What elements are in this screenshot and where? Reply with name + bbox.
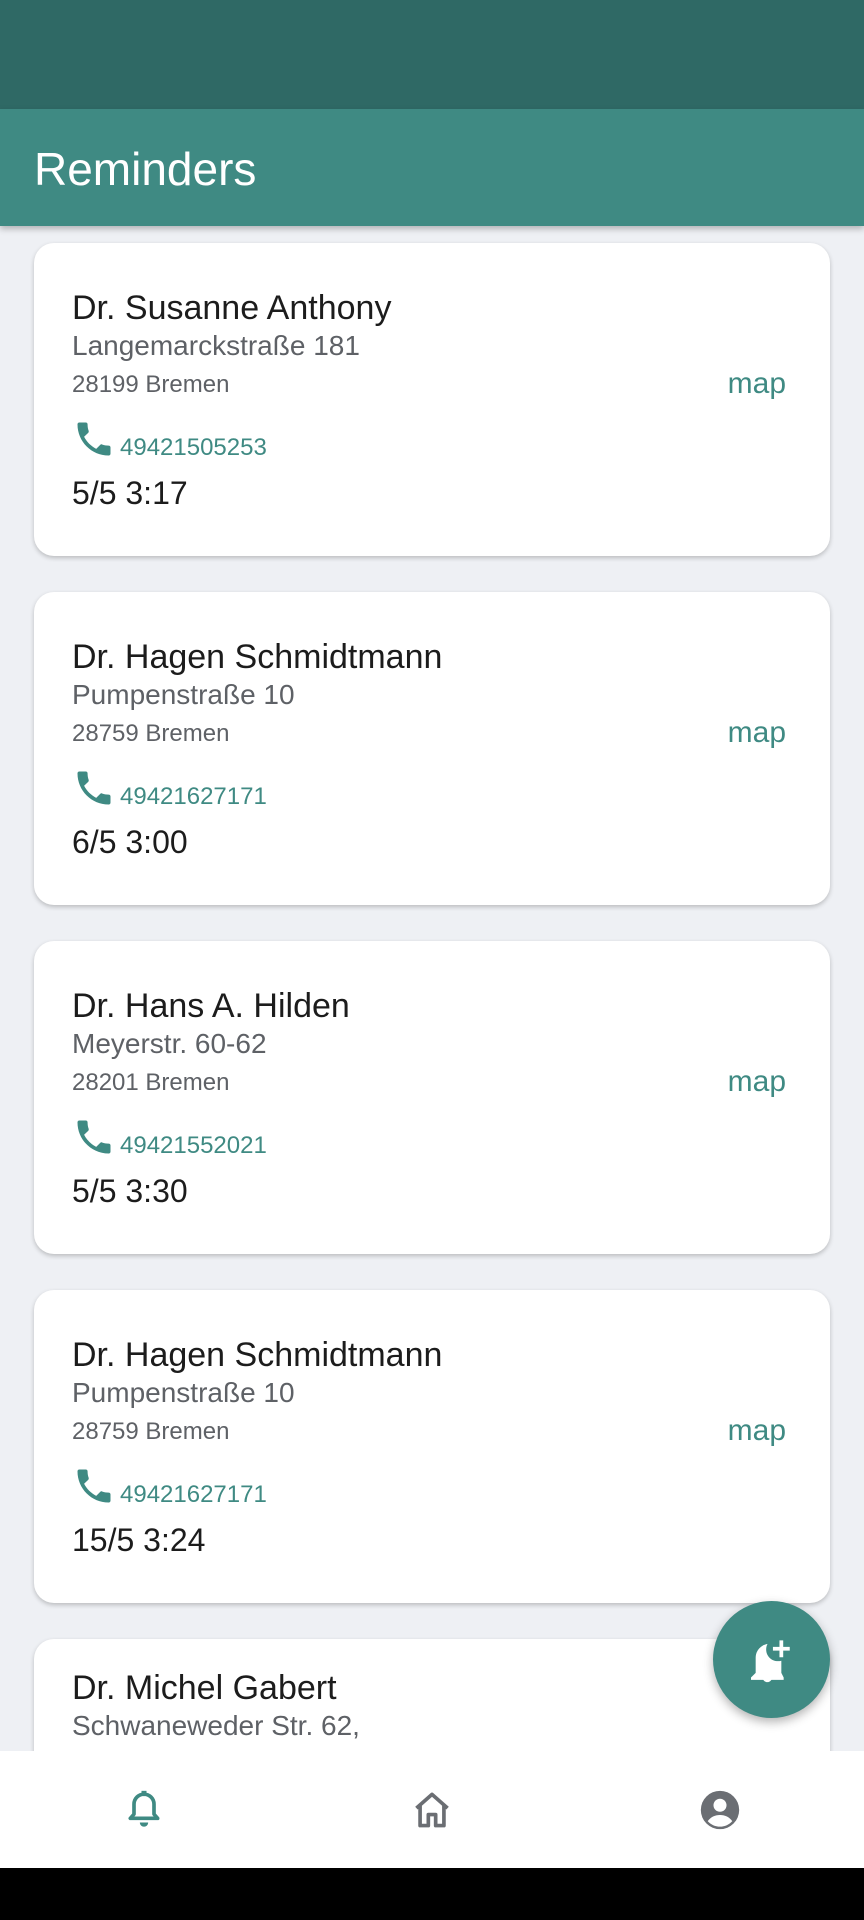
status-bar [0,0,864,109]
reminder-card[interactable]: Dr. Hans A. Hilden Meyerstr. 60-62 28201… [34,941,830,1254]
phone-number: 49421552021 [120,1132,267,1159]
map-link[interactable]: map [728,1063,786,1101]
reminder-datetime: 15/5 3:24 [72,1522,206,1558]
map-link[interactable]: map [728,714,786,752]
bell-icon [128,1790,160,1827]
account-circle-icon [700,1790,740,1829]
reminder-card[interactable]: Dr. Susanne Anthony Langemarckstraße 181… [34,243,830,556]
reminder-datetime: 5/5 3:17 [72,475,188,511]
phone-number: 49421627171 [120,783,267,810]
page-title: Reminders [34,143,257,195]
city-address: 28759 Bremen [72,1418,230,1445]
street-address: Pumpenstraße 10 [72,1377,295,1408]
doctor-name: Dr. Hans A. Hilden [72,987,350,1025]
reminder-card[interactable]: Dr. Hagen Schmidtmann Pumpenstraße 10 28… [34,592,830,905]
map-link[interactable]: map [728,1412,786,1450]
map-link[interactable]: map [728,365,786,403]
nav-reminders[interactable] [0,1751,288,1868]
city-address: 28199 Bremen [72,371,230,398]
phone-link[interactable]: 49421505253 [72,415,267,461]
doctor-name: Dr. Hagen Schmidtmann [72,1336,443,1374]
add-alert-icon [750,1639,790,1682]
street-address: Pumpenstraße 10 [72,679,295,710]
nav-profile[interactable] [576,1751,864,1868]
phone-link[interactable]: 49421552021 [72,1113,267,1159]
street-address: Meyerstr. 60-62 [72,1028,267,1059]
reminder-datetime: 5/5 3:30 [72,1173,188,1209]
home-icon [415,1792,449,1827]
phone-number: 49421627171 [120,1481,267,1508]
bottom-navigation [0,1751,864,1868]
reminder-datetime: 6/5 3:00 [72,824,188,860]
nav-home[interactable] [288,1751,576,1868]
doctor-name: Dr. Hagen Schmidtmann [72,638,443,676]
phone-icon [77,1120,111,1154]
add-reminder-button[interactable] [713,1601,830,1718]
phone-link[interactable]: 49421627171 [72,764,267,810]
street-address: Schwaneweder Str. 62, [72,1710,360,1741]
doctor-name: Dr. Susanne Anthony [72,289,392,327]
phone-icon [77,422,111,456]
phone-number: 49421505253 [120,434,267,461]
system-navigation-bar [0,1868,864,1920]
phone-icon [77,1469,111,1503]
reminder-card[interactable]: Dr. Hagen Schmidtmann Pumpenstraße 10 28… [34,1290,830,1603]
reminder-card[interactable]: Dr. Michel Gabert Schwaneweder Str. 62, [34,1639,830,1751]
phone-icon [77,771,111,805]
street-address: Langemarckstraße 181 [72,330,360,361]
doctor-name: Dr. Michel Gabert [72,1669,337,1707]
phone-link[interactable]: 49421627171 [72,1462,267,1508]
reminder-list[interactable]: Dr. Susanne Anthony Langemarckstraße 181… [0,226,864,1751]
app-bar: Reminders [0,109,864,226]
city-address: 28759 Bremen [72,720,230,747]
city-address: 28201 Bremen [72,1069,230,1096]
